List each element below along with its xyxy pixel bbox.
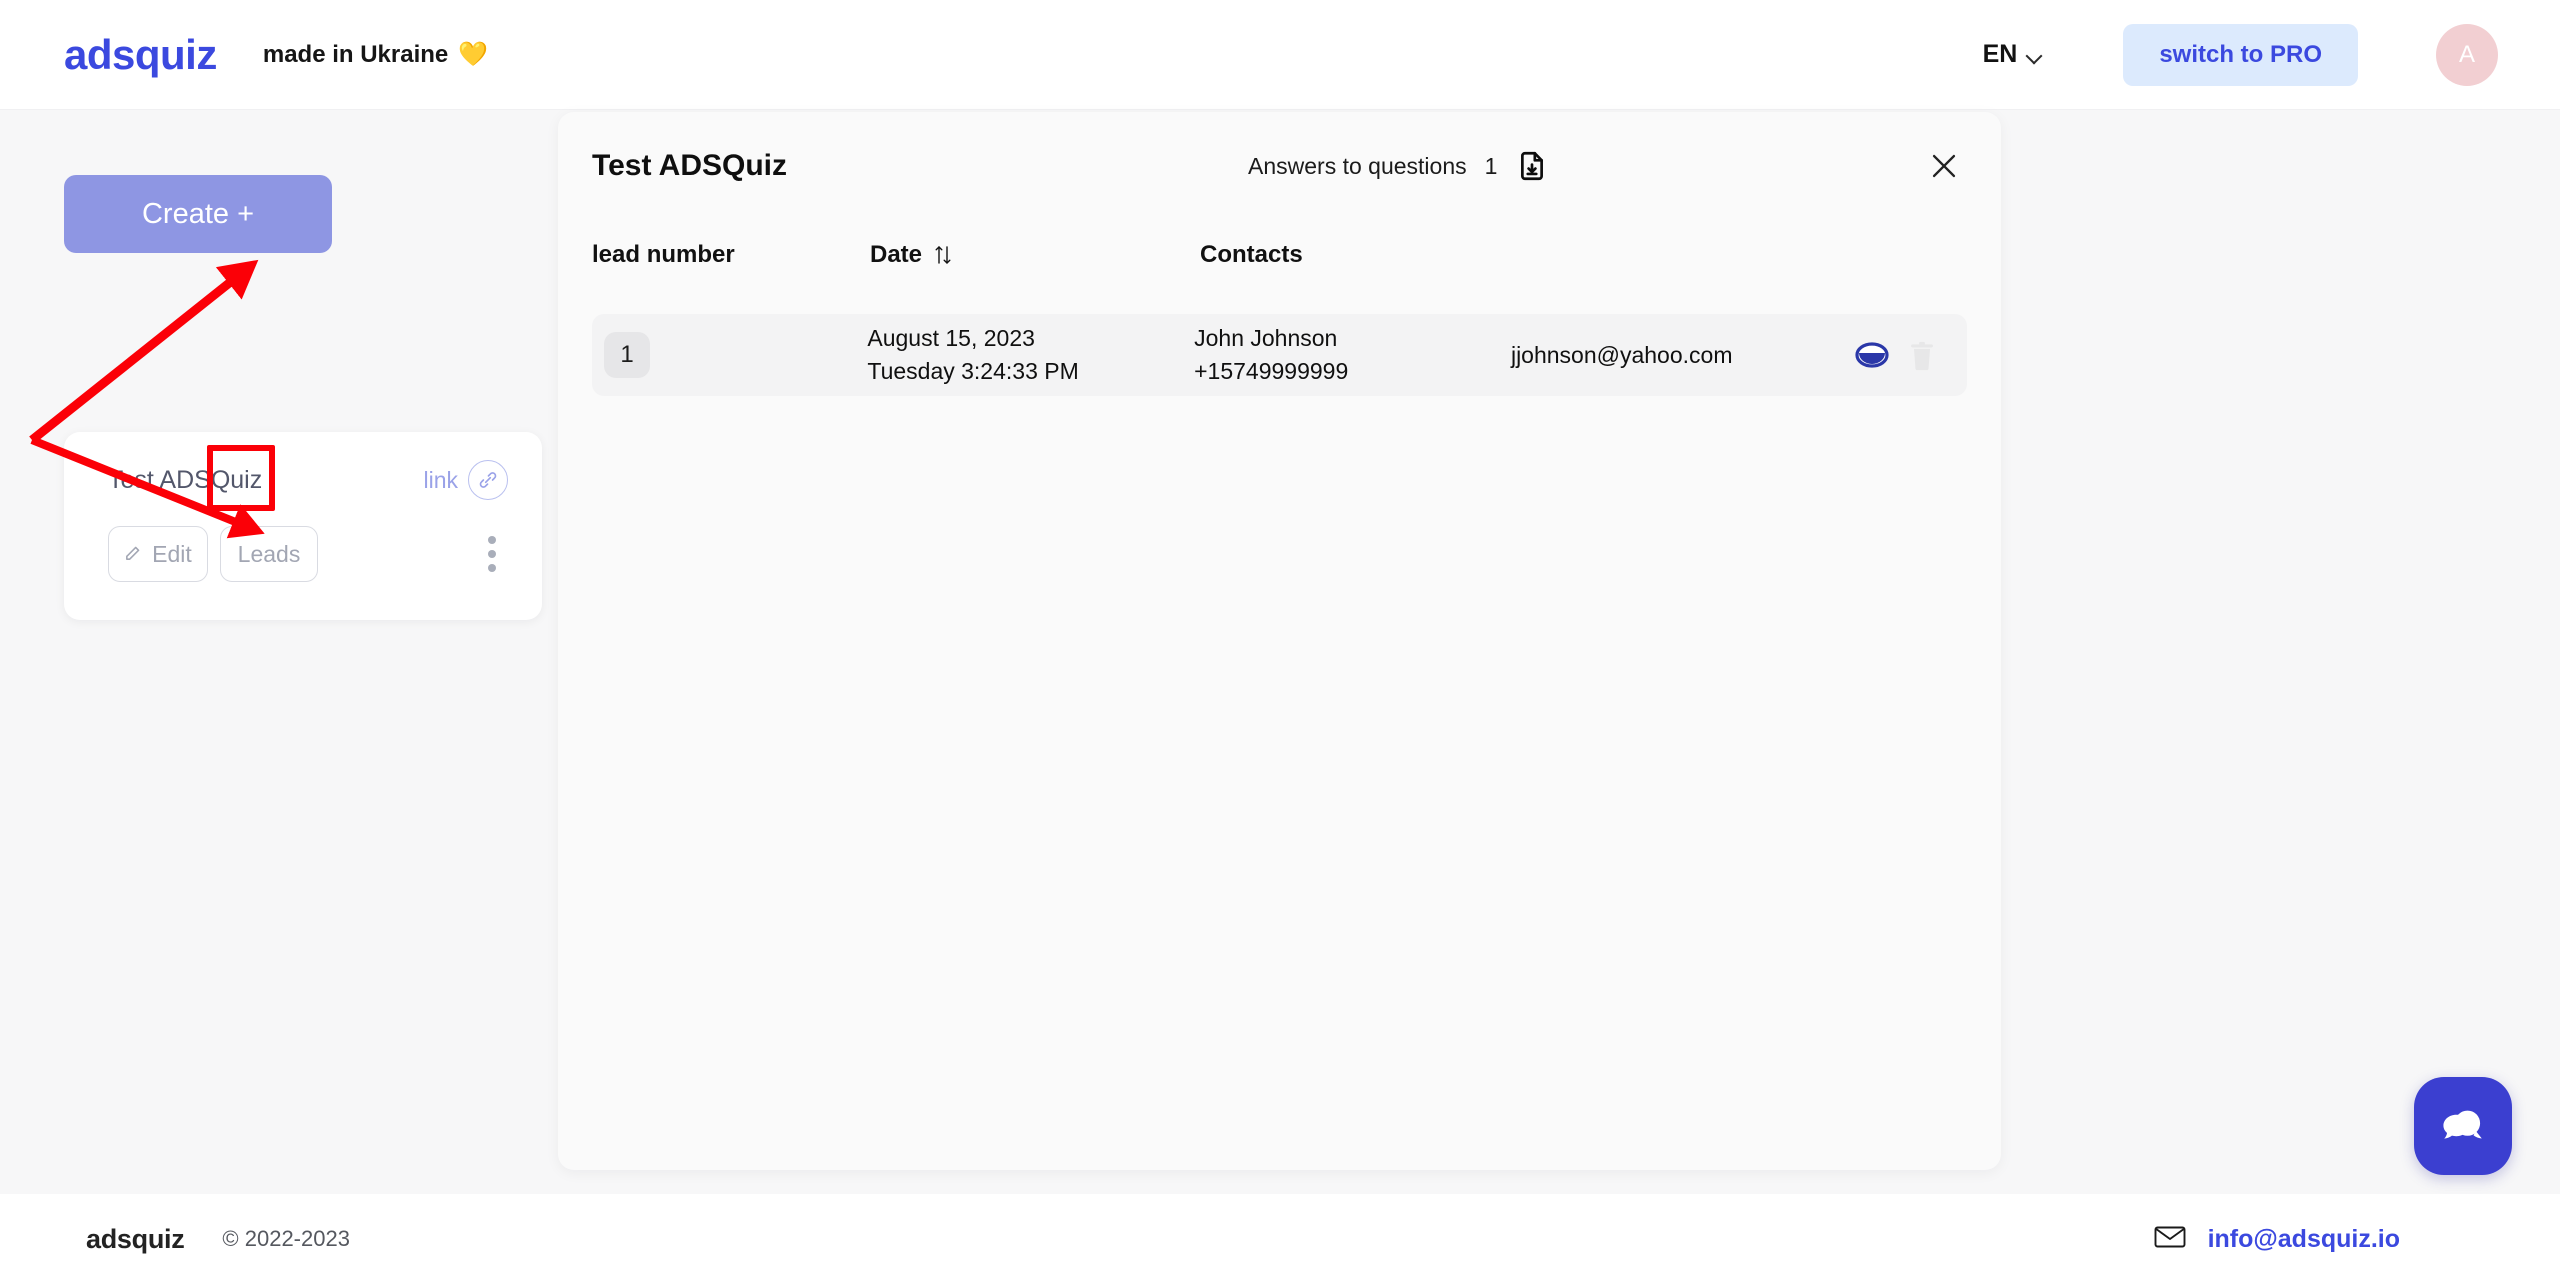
quiz-card-title: Test ADSQuiz — [108, 465, 263, 494]
language-label: EN — [1982, 40, 2018, 68]
chain-link-icon — [468, 460, 508, 500]
table-header-row: lead number Date Contacts — [592, 220, 1967, 290]
chat-bubbles-icon — [2443, 1110, 2482, 1139]
answers-summary: Answers to questions 1 — [1248, 149, 1549, 183]
made-in-ukraine-label: made in Ukraine 💛 — [263, 40, 488, 69]
made-in-ukraine-text: made in Ukraine — [262, 40, 449, 68]
kebab-dot — [488, 550, 496, 558]
leads-button-label: Leads — [237, 540, 301, 567]
edit-button-label: Edit — [152, 540, 192, 567]
cell-date: August 15, 2023 Tuesday 3:24:33 PM — [867, 322, 1194, 389]
close-panel-button[interactable] — [1921, 143, 1967, 189]
create-quiz-button[interactable]: Create + — [64, 175, 332, 253]
answers-label: Answers to questions — [1248, 152, 1467, 179]
app-header: adsquiz made in Ukraine 💛 EN switch to P… — [0, 0, 2560, 110]
column-header-contacts: Contacts — [1200, 241, 1303, 268]
language-selector[interactable]: EN — [1973, 32, 2054, 77]
quiz-link-action[interactable]: link — [423, 460, 508, 500]
quiz-card-header: Test ADSQuiz link — [64, 432, 542, 500]
footer-email-link[interactable]: info@adsquiz.io — [2208, 1225, 2400, 1254]
answers-count: 1 — [1484, 152, 1498, 179]
chat-widget-button[interactable] — [2414, 1077, 2512, 1175]
brand-logo[interactable]: adsquiz — [64, 31, 217, 79]
column-header-date-label: Date — [870, 241, 923, 268]
pencil-icon — [124, 541, 141, 568]
quiz-card-actions: Edit Leads — [64, 500, 542, 582]
copyright-text: © 2022-2023 — [222, 1226, 350, 1251]
sort-updown-icon — [934, 244, 952, 266]
quiz-card[interactable]: Test ADSQuiz link Edit Leads — [64, 432, 542, 620]
leads-table: lead number Date Contacts 1 August 15, 2… — [558, 220, 2001, 396]
kebab-dot — [488, 536, 496, 544]
yellow-heart-icon: 💛 — [458, 41, 489, 68]
lead-name: John Johnson — [1194, 324, 1338, 351]
footer-contact: info@adsquiz.io — [2154, 1225, 2400, 1254]
lead-time: Tuesday 3:24:33 PM — [867, 358, 1079, 384]
cell-lead-number: 1 — [592, 332, 867, 378]
panel-header: Test ADSQuiz Answers to questions 1 — [558, 112, 2001, 220]
delete-lead-icon[interactable] — [1907, 338, 1937, 372]
avatar[interactable]: A — [2436, 23, 2498, 86]
column-header-date[interactable]: Date — [870, 241, 1200, 269]
lead-number-badge: 1 — [604, 332, 650, 378]
envelope-icon — [2154, 1225, 2186, 1254]
app-root: adsquiz made in Ukraine 💛 EN switch to P… — [0, 0, 2560, 1284]
edit-quiz-button[interactable]: Edit — [108, 526, 208, 582]
column-header-lead-number: lead number — [592, 241, 735, 268]
cell-email: jjohnson@yahoo.com — [1511, 342, 1838, 369]
sidebar: Create + Test ADSQuiz link Edit Leads — [0, 110, 558, 1194]
send-email-icon[interactable] — [1838, 342, 1907, 368]
panel-title: Test ADSQuiz — [592, 149, 788, 182]
cell-contacts: John Johnson +15749999999 — [1194, 322, 1511, 389]
table-row[interactable]: 1 August 15, 2023 Tuesday 3:24:33 PM Joh… — [592, 314, 1967, 396]
quiz-more-options-icon[interactable] — [482, 530, 502, 578]
kebab-dot — [488, 564, 496, 572]
footer-logo: adsquiz — [86, 1223, 185, 1254]
leads-button[interactable]: Leads — [220, 526, 318, 582]
lead-phone: +15749999999 — [1194, 358, 1349, 384]
quiz-link-label: link — [423, 466, 458, 493]
switch-to-pro-button[interactable]: switch to PRO — [2123, 23, 2358, 86]
header-actions: EN switch to PRO A — [1973, 23, 2498, 86]
lead-date: August 15, 2023 — [867, 324, 1035, 351]
download-file-icon[interactable] — [1515, 149, 1549, 183]
leads-panel: Test ADSQuiz Answers to questions 1 lead… — [558, 112, 2001, 1170]
lead-email: jjohnson@yahoo.com — [1510, 341, 1733, 368]
app-footer: adsquiz © 2022-2023 info@adsquiz.io — [0, 1194, 2560, 1284]
chevron-down-icon — [2028, 50, 2043, 59]
